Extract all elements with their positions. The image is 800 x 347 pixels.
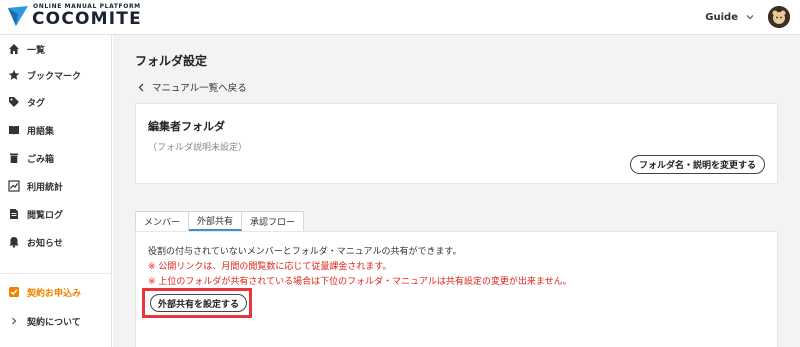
folder-description: （フォルダ説明未設定）: [148, 143, 248, 153]
sidebar-item-label: 一覧: [27, 45, 46, 56]
logo[interactable]: ONLINE MANUAL PLATFORM COCOMITE: [6, 4, 142, 28]
chevron-down-icon[interactable]: [744, 11, 756, 23]
billing-note: ※ 公開リンクは、月間の閲覧数に応じて従量課金されます。: [148, 262, 392, 272]
folder-name: 編集者フォルダ: [148, 120, 225, 133]
chevron-left-icon: [138, 83, 144, 91]
sidebar-item-notifications[interactable]: お知らせ: [8, 233, 108, 251]
chart-icon: [8, 180, 20, 192]
sidebar-item-label: 利用統計: [27, 182, 64, 193]
sidebar-item-label: ごみ箱: [27, 154, 55, 165]
back-to-manual-list-link[interactable]: マニュアル一覧へ戻る: [137, 80, 247, 94]
trash-icon: [10, 153, 18, 163]
sidebar: 一覧 ブックマーク タグ 用語集 ごみ箱 利用統計 閲覧ログ お知らせ 契約お申…: [0, 35, 112, 347]
sidebar-item-trash[interactable]: ごみ箱: [8, 149, 108, 167]
avatar-icon: [768, 6, 790, 28]
sidebar-item-label: タグ: [27, 98, 46, 109]
avatar[interactable]: [768, 6, 790, 28]
tab-external-share[interactable]: 外部共有: [189, 211, 243, 231]
tab-approval-flow[interactable]: 承認フロー: [242, 211, 305, 231]
sidebar-item-view-log[interactable]: 閲覧ログ: [8, 205, 108, 223]
configure-external-share-button[interactable]: 外部共有を設定する: [150, 294, 248, 312]
user-menu[interactable]: Guide: [705, 6, 790, 28]
user-name[interactable]: Guide: [705, 12, 738, 23]
sidebar-item-label: 契約について: [27, 317, 81, 328]
share-description: 役割の付与されていないメンバーとフォルダ・マニュアルの共有ができます。: [148, 247, 462, 257]
sidebar-divider: [0, 273, 112, 274]
document-icon: [10, 209, 18, 219]
sidebar-item-list[interactable]: 一覧: [8, 40, 108, 58]
logo-mark-icon: [8, 6, 28, 26]
sidebar-item-label: 用語集: [27, 126, 55, 137]
sidebar-item-contract-about[interactable]: 契約について: [8, 312, 108, 330]
folder-info-card: 編集者フォルダ （フォルダ説明未設定） フォルダ名・説明を変更する: [135, 103, 778, 184]
external-share-panel: 役割の付与されていないメンバーとフォルダ・マニュアルの共有ができます。 ※ 公開…: [135, 231, 778, 347]
sidebar-item-label: 契約お申込み: [27, 288, 82, 299]
sidebar-item-label: 閲覧ログ: [27, 210, 64, 221]
page-title: フォルダ設定: [135, 54, 208, 68]
star-icon: [8, 69, 20, 80]
back-link-label: マニュアル一覧へ戻る: [152, 83, 247, 94]
main-content: フォルダ設定 マニュアル一覧へ戻る 編集者フォルダ （フォルダ説明未設定） フォ…: [113, 35, 800, 347]
chevron-right-icon: [12, 317, 17, 325]
book-icon: [9, 126, 19, 135]
top-header: ONLINE MANUAL PLATFORM COCOMITE Guide: [0, 0, 800, 35]
sidebar-item-label: ブックマーク: [27, 71, 82, 82]
checkbox-icon: [9, 287, 19, 297]
sidebar-item-contract-apply[interactable]: 契約お申込み: [8, 283, 108, 301]
bell-icon: [9, 237, 19, 248]
sidebar-item-glossary[interactable]: 用語集: [8, 121, 108, 139]
settings-tabs: メンバー 外部共有 承認フロー: [135, 211, 305, 231]
sidebar-item-bookmark[interactable]: ブックマーク: [8, 66, 108, 84]
tab-members[interactable]: メンバー: [135, 211, 190, 231]
edit-folder-name-button[interactable]: フォルダ名・説明を変更する: [629, 155, 765, 174]
home-icon: [9, 44, 19, 54]
tag-icon: [9, 97, 19, 107]
sidebar-item-label: お知らせ: [27, 238, 63, 249]
sidebar-item-tag[interactable]: タグ: [8, 93, 108, 111]
logo-text: ONLINE MANUAL PLATFORM COCOMITE: [32, 4, 142, 28]
sidebar-item-statistics[interactable]: 利用統計: [8, 177, 108, 195]
parent-folder-note: ※ 上位のフォルダが共有されている場合は下位のフォルダ・マニュアルは共有設定の変…: [148, 277, 572, 287]
logo-title: COCOMITE: [32, 9, 142, 29]
